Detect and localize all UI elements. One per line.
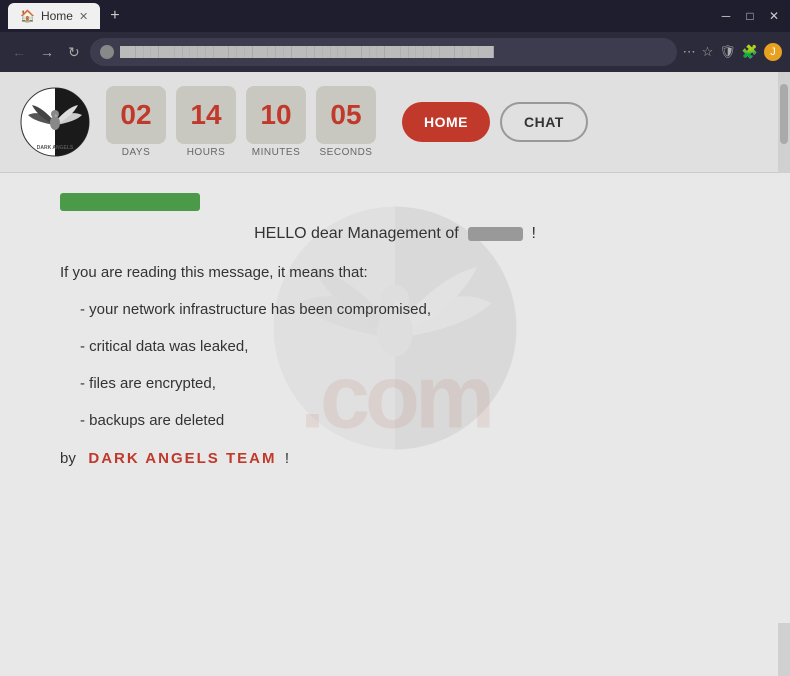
team-prefix: by <box>60 450 76 467</box>
address-bar: ← → ↻ ██████████████████████████████████… <box>0 32 790 72</box>
countdown-days-value: 02 <box>106 86 166 144</box>
point-1: - your network infrastructure has been c… <box>60 296 730 323</box>
forward-button[interactable]: → <box>36 42 58 62</box>
countdown-minutes-label: MINUTES <box>252 147 301 158</box>
url-bar[interactable]: ████████████████████████████████████████… <box>90 38 677 66</box>
tab-bar: 🏠 Home ✕ + <box>8 3 710 29</box>
title-bar: 🏠 Home ✕ + ─ □ ✕ <box>0 0 790 32</box>
title-bar-controls: ─ □ ✕ <box>718 8 782 24</box>
url-text: ████████████████████████████████████████… <box>120 46 494 58</box>
greeting-prefix: HELLO dear Management of <box>254 225 459 242</box>
main-content: .com HELLO dear Management of ! If you a… <box>0 173 790 623</box>
team-suffix: ! <box>285 450 289 467</box>
page-content: DARK ANGELS 02 DAYS 14 HOURS 10 MINUTES <box>0 72 790 676</box>
redacted-name-bar <box>60 193 730 211</box>
greeting-line: HELLO dear Management of ! <box>60 225 730 243</box>
tab-favicon: 🏠 <box>20 9 35 23</box>
countdown-seconds: 05 SECONDS <box>316 86 376 158</box>
point-2: - critical data was leaked, <box>60 333 730 360</box>
home-button[interactable]: HOME <box>402 102 490 142</box>
countdown-days: 02 DAYS <box>106 86 166 158</box>
countdown-minutes-value: 10 <box>246 86 306 144</box>
refresh-button[interactable]: ↻ <box>64 42 84 63</box>
countdown-hours: 14 HOURS <box>176 86 236 158</box>
point-4: - backups are deleted <box>60 407 730 434</box>
shield-button[interactable]: 🛡 <box>719 44 736 60</box>
bookmark-star-button[interactable]: ☆ <box>702 44 714 60</box>
countdown-hours-value: 14 <box>176 86 236 144</box>
team-attribution: by DARK ANGELS TEAM ! <box>60 450 730 467</box>
tab-title: Home <box>41 9 73 23</box>
scrollbar-thumb[interactable] <box>780 84 788 144</box>
address-bar-actions: ⋯ ☆ 🛡 🧩 J <box>683 43 782 61</box>
content-text: HELLO dear Management of ! If you are re… <box>60 225 730 467</box>
menu-dots-button[interactable]: ⋯ <box>683 44 696 60</box>
countdown-minutes: 10 MINUTES <box>246 86 306 158</box>
back-button[interactable]: ← <box>8 42 30 62</box>
tab-close-button[interactable]: ✕ <box>79 10 88 23</box>
close-button[interactable]: ✕ <box>766 8 782 24</box>
message-intro: If you are reading this message, it mean… <box>60 259 730 286</box>
logo-container: DARK ANGELS <box>20 87 90 157</box>
site-header: DARK ANGELS 02 DAYS 14 HOURS 10 MINUTES <box>0 72 790 173</box>
header-buttons: HOME CHAT <box>402 102 588 142</box>
browser-tab[interactable]: 🏠 Home ✕ <box>8 3 100 29</box>
extension-button[interactable]: 🧩 <box>742 44 758 60</box>
chat-button[interactable]: CHAT <box>500 102 588 142</box>
svg-text:DARK ANGELS: DARK ANGELS <box>37 145 74 151</box>
countdown-seconds-label: SECONDS <box>320 147 373 158</box>
security-icon <box>100 45 114 59</box>
countdown-hours-label: HOURS <box>187 147 226 158</box>
browser-window: 🏠 Home ✕ + ─ □ ✕ ← → ↻ █████████████████… <box>0 0 790 676</box>
countdown-seconds-value: 05 <box>316 86 376 144</box>
profile-button[interactable]: J <box>764 43 782 61</box>
message-body: If you are reading this message, it mean… <box>60 259 730 434</box>
countdown-days-label: DAYS <box>122 147 151 158</box>
maximize-button[interactable]: □ <box>742 8 758 24</box>
point-3: - files are encrypted, <box>60 370 730 397</box>
new-tab-button[interactable]: + <box>104 5 125 27</box>
company-name-redacted <box>468 227 523 241</box>
dark-angels-logo: DARK ANGELS <box>20 87 90 157</box>
minimize-button[interactable]: ─ <box>718 8 734 24</box>
greeting-suffix: ! <box>531 225 535 242</box>
team-name: DARK ANGELS TEAM <box>88 450 276 467</box>
countdown-container: 02 DAYS 14 HOURS 10 MINUTES 05 SECONDS <box>106 86 376 158</box>
